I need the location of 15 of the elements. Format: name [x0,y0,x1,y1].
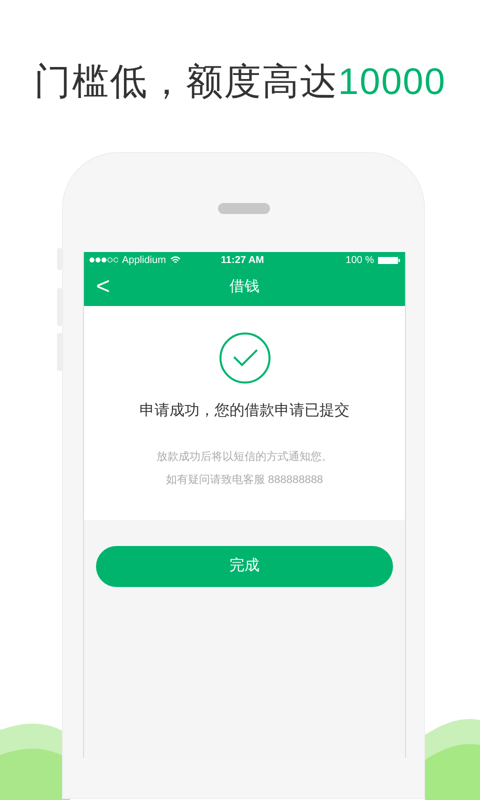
battery-level: 100 % [346,254,374,268]
back-button[interactable]: < [84,275,122,299]
done-button[interactable]: 完成 [96,546,393,586]
screen-title: 借钱 [230,276,260,297]
success-check-icon [218,332,270,384]
info-note: 放款成功后将以短信的方式通知您。 [156,450,334,464]
info-note: 如有疑问请致电客服 888888888 [164,472,324,488]
success-message: 申请成功，您的借款申请已提交 [138,401,350,421]
battery-icon [378,256,400,264]
status-time: 11:27 AM [220,254,264,268]
signal-icon [89,257,118,263]
speaker-icon [218,203,270,214]
carrier-name: Applidium [122,254,166,268]
wifi-icon [170,256,181,264]
headline: 门槛低，额度高达10000 [33,60,447,104]
